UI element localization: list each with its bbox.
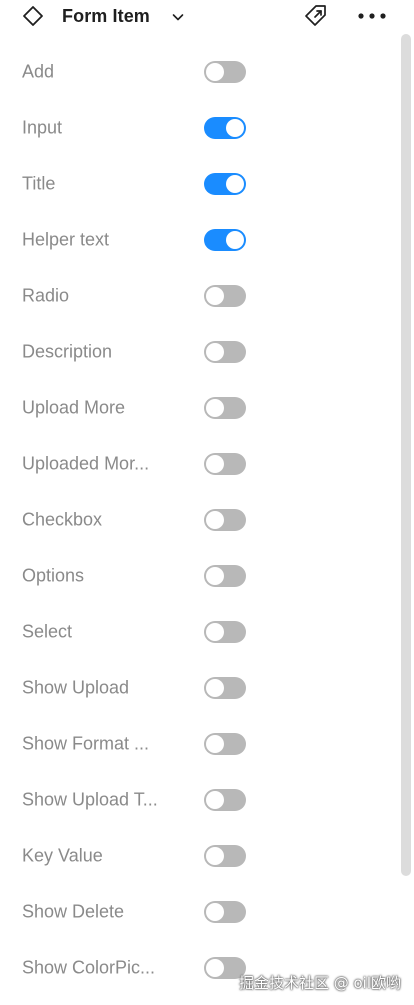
scrollbar[interactable] [401, 34, 411, 1004]
property-label: Show Format ... [22, 733, 150, 754]
property-toggle[interactable] [204, 789, 246, 811]
property-label: Description [22, 341, 113, 362]
toggle-knob [206, 343, 224, 361]
property-toggle[interactable] [204, 341, 246, 363]
property-label: Show Upload [22, 677, 130, 698]
component-instance-icon [22, 5, 44, 27]
property-row: Select [0, 604, 398, 660]
property-row: Key Value [0, 828, 398, 884]
property-row: Options [0, 548, 398, 604]
toggle-knob [226, 231, 244, 249]
property-list: Add Input Title Helper text Radio Description… [0, 44, 398, 996]
toggle-knob [206, 679, 224, 697]
toggle-knob [206, 623, 224, 641]
toggle-knob [206, 511, 224, 529]
property-label: Show Upload T... [22, 789, 158, 810]
property-label: Input [22, 117, 63, 138]
property-row: Show Format ... [0, 716, 398, 772]
property-row: Input [0, 100, 398, 156]
properties-panel: Form Item Add Input Title Helper text Radio D… [0, 0, 414, 1005]
property-row: Title [0, 156, 398, 212]
property-toggle[interactable] [204, 285, 246, 307]
toggle-knob [206, 959, 224, 977]
toggle-knob [206, 63, 224, 81]
detach-instance-icon[interactable] [303, 3, 329, 29]
property-toggle[interactable] [204, 117, 246, 139]
property-toggle[interactable] [204, 509, 246, 531]
toggle-knob [206, 567, 224, 585]
property-row: Show Upload T... [0, 772, 398, 828]
property-toggle[interactable] [204, 565, 246, 587]
toggle-knob [226, 119, 244, 137]
chevron-down-icon[interactable] [170, 9, 186, 25]
property-row: Helper text [0, 212, 398, 268]
property-toggle[interactable] [204, 621, 246, 643]
property-row: Checkbox [0, 492, 398, 548]
property-toggle[interactable] [204, 677, 246, 699]
property-label: Checkbox [22, 509, 103, 530]
toggle-knob [206, 735, 224, 753]
property-label: Show Delete [22, 901, 125, 922]
property-toggle[interactable] [204, 61, 246, 83]
property-label: Key Value [22, 845, 103, 866]
toggle-knob [206, 287, 224, 305]
watermark: 掘金技术社区 @ oil欧哟 [238, 974, 401, 992]
scrollbar-thumb[interactable] [401, 34, 411, 876]
property-row: Upload More [0, 380, 398, 436]
property-label: Uploaded Mor... [22, 453, 150, 474]
property-toggle[interactable] [204, 453, 246, 475]
property-toggle[interactable] [204, 901, 246, 923]
toggle-knob [206, 399, 224, 417]
property-row: Show Delete [0, 884, 398, 940]
property-toggle[interactable] [204, 845, 246, 867]
more-horizontal-icon[interactable] [357, 8, 387, 24]
property-toggle[interactable] [204, 733, 246, 755]
toggle-knob [206, 791, 224, 809]
property-label: Add [22, 61, 55, 82]
toggle-knob [206, 455, 224, 473]
property-label: Options [22, 565, 85, 586]
property-label: Upload More [22, 397, 126, 418]
toggle-knob [226, 175, 244, 193]
property-label: Show ColorPic... [22, 957, 156, 978]
property-label: Radio [22, 285, 70, 306]
property-toggle[interactable] [204, 229, 246, 251]
component-title[interactable]: Form Item [62, 6, 150, 27]
property-row: Add [0, 44, 398, 100]
panel-header: Form Item [0, 0, 400, 34]
property-row: Description [0, 324, 398, 380]
toggle-knob [206, 903, 224, 921]
property-row: Radio [0, 268, 398, 324]
property-row: Uploaded Mor... [0, 436, 398, 492]
property-row: Show Upload [0, 660, 398, 716]
property-label: Select [22, 621, 73, 642]
property-label: Helper text [22, 229, 110, 250]
property-toggle[interactable] [204, 173, 246, 195]
toggle-knob [206, 847, 224, 865]
property-label: Title [22, 173, 56, 194]
property-toggle[interactable] [204, 397, 246, 419]
